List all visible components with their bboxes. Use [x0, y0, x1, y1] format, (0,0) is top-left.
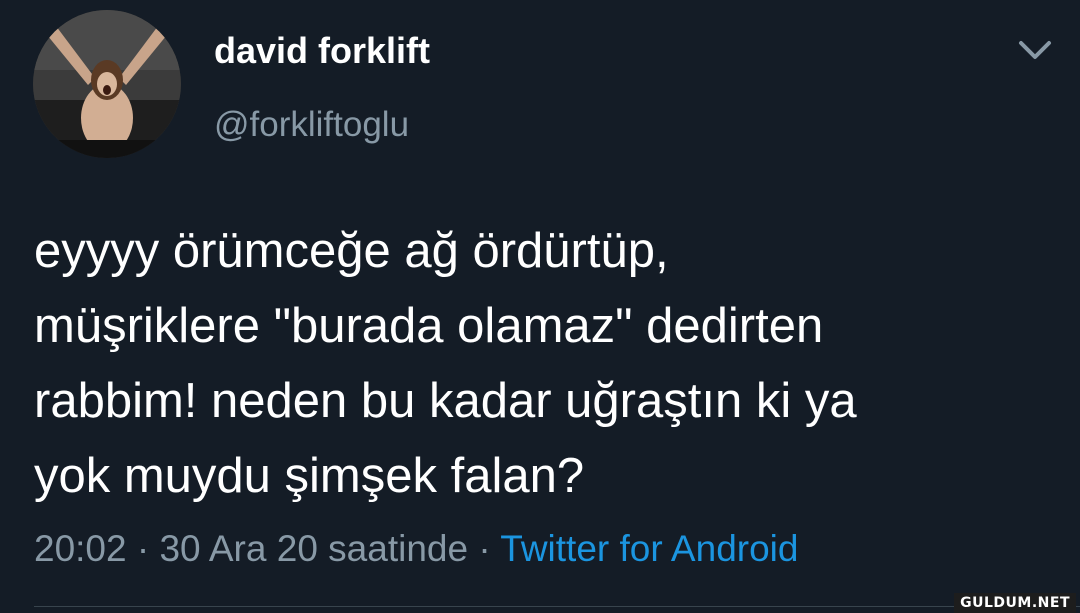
meta-separator: ·	[468, 528, 501, 569]
tweet-text-line: eyyyy örümceğe ağ ördürtüp,	[34, 224, 669, 278]
tweet-text-line: yok muydu şimşek falan?	[34, 449, 585, 503]
user-handle[interactable]: @forkliftoglu	[214, 105, 409, 145]
avatar[interactable]	[33, 10, 181, 158]
tweet-source-link[interactable]: Twitter for Android	[500, 528, 798, 569]
tweet-card: david forklift @forkliftoglu eyyyy örümc…	[0, 0, 1080, 613]
display-name[interactable]: david forklift	[214, 30, 430, 72]
tweet-time[interactable]: 20:02	[34, 528, 127, 569]
chevron-down-icon[interactable]	[1015, 36, 1055, 64]
tweet-text-line: rabbim! neden bu kadar uğraştın ki ya	[34, 374, 857, 428]
watermark-logo: GULDUM.NET	[954, 593, 1076, 613]
tweet-text: eyyyy örümceğe ağ ördürtüp, müşriklere "…	[34, 214, 1064, 514]
tweet-date[interactable]: 30 Ara 20 saatinde	[159, 528, 468, 569]
meta-separator: ·	[126, 528, 160, 569]
tweet-meta: 20:02 · 30 Ara 20 saatinde · Twitter for…	[34, 528, 798, 570]
tweet-text-line: müşriklere "burada olamaz" dedirten	[34, 299, 824, 353]
divider	[34, 606, 1080, 607]
